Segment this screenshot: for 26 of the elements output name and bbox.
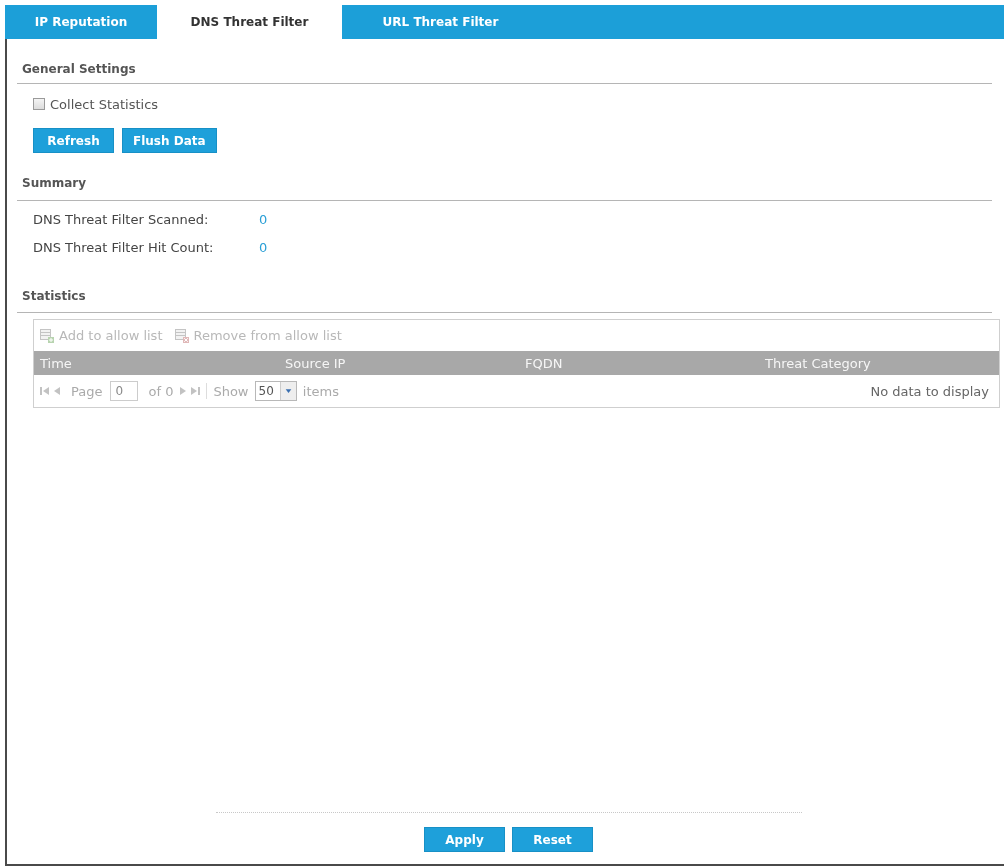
- section-heading: Summary: [22, 175, 87, 192]
- action-button[interactable]: Apply: [424, 827, 505, 852]
- action-button[interactable]: Reset: [512, 827, 593, 852]
- tab[interactable]: DNS Threat Filter: [157, 5, 342, 39]
- empty-message: No data to display: [870, 383, 989, 399]
- action-button[interactable]: Flush Data: [122, 128, 217, 153]
- page-label: Page: [71, 383, 103, 399]
- summary-label: DNS Threat Filter Scanned:: [33, 211, 209, 229]
- checkbox-label: Collect Statistics: [50, 96, 159, 112]
- items-label: items: [302, 383, 339, 399]
- column-header[interactable]: Threat Category: [765, 355, 871, 371]
- section-heading: Statistics: [22, 288, 86, 305]
- summary-label: DNS Threat Filter Hit Count:: [33, 239, 214, 257]
- show-label: Show: [213, 383, 249, 399]
- summary-value: 0: [259, 239, 268, 257]
- action-button[interactable]: Refresh: [33, 128, 114, 153]
- section-heading: General Settings: [22, 61, 136, 78]
- table-plus-icon: [40, 328, 54, 343]
- page-count-label: of 0: [148, 383, 174, 399]
- caret-icon: [279, 382, 296, 400]
- table-x-icon: [174, 328, 189, 343]
- column-header[interactable]: Time: [40, 355, 72, 371]
- column-header[interactable]: Source IP: [285, 355, 346, 371]
- column-header[interactable]: FQDN: [525, 355, 563, 371]
- checkbox[interactable]: [33, 98, 45, 110]
- summary-value: 0: [259, 211, 268, 229]
